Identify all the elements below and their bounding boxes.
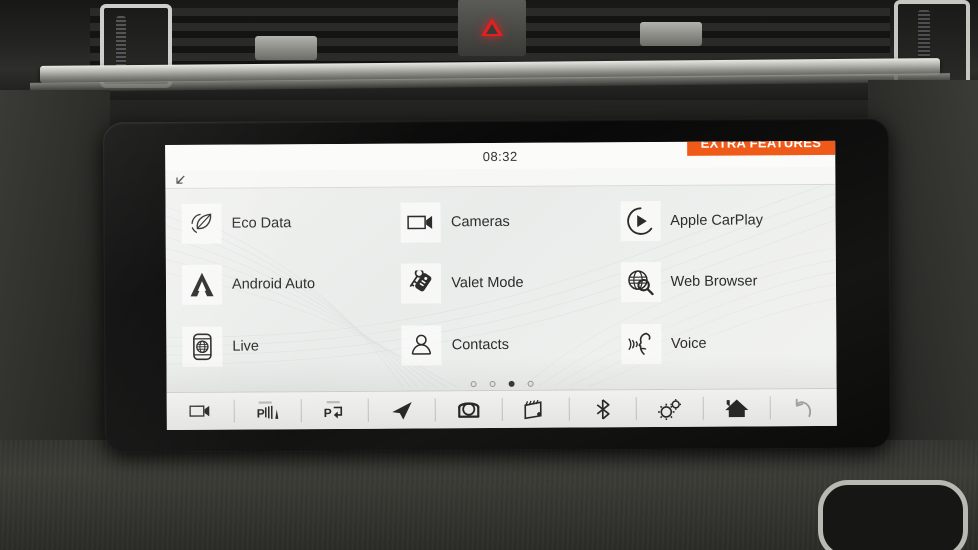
car-key-icon <box>401 263 442 305</box>
hazard-triangle-icon <box>481 18 503 36</box>
toolbar-park-distance[interactable]: P <box>234 392 301 429</box>
apple-carplay-icon <box>620 200 661 242</box>
tile-android-auto[interactable]: Android Auto <box>172 253 392 316</box>
vent-adjuster-left[interactable] <box>255 36 317 60</box>
vent-adjuster-right[interactable] <box>640 22 702 46</box>
app-grid-area: Eco Data Cameras Apple CarPlay Android A… <box>165 184 837 393</box>
toolbar-camera[interactable] <box>167 393 234 430</box>
toolbar-back[interactable] <box>770 389 837 426</box>
tile-label: Web Browser <box>670 273 758 291</box>
infotainment-screen[interactable]: 08:32 EXTRA FEATURES Eco Data Cameras Ap… <box>165 140 837 431</box>
tile-web-browser[interactable]: Web Browser <box>610 251 830 314</box>
bottom-toolbar: P P <box>166 387 837 431</box>
svg-text:P: P <box>323 406 331 420</box>
home-icon <box>724 399 748 417</box>
page-dot[interactable] <box>489 381 496 388</box>
settings-gears-icon <box>657 398 681 420</box>
toolbar-phone[interactable] <box>435 391 502 428</box>
lower-vent-right <box>818 480 968 550</box>
park-distance-icon: P <box>256 400 278 420</box>
tile-eco-data[interactable]: Eco Data <box>171 192 391 255</box>
bluetooth-icon <box>596 398 610 420</box>
media-icon <box>523 399 542 419</box>
tile-label: Cameras <box>450 213 510 231</box>
tile-label: Apple CarPlay <box>670 212 764 229</box>
hazard-warning-button[interactable] <box>458 0 526 56</box>
tile-apple-carplay[interactable]: Apple CarPlay <box>610 189 830 252</box>
phone-icon <box>457 401 479 418</box>
tile-contacts[interactable]: Contacts <box>392 314 612 377</box>
navigation-arrow-icon <box>391 401 412 420</box>
screen-bezel: 08:32 EXTRA FEATURES Eco Data Cameras Ap… <box>102 117 892 453</box>
toolbar-home[interactable] <box>703 389 770 426</box>
dash-side-left <box>0 90 110 470</box>
tile-live[interactable]: Live <box>172 315 392 378</box>
toolbar-navigation[interactable] <box>368 391 435 428</box>
toolbar-bluetooth[interactable] <box>569 390 636 427</box>
voice-speak-icon <box>620 324 662 365</box>
page-dot[interactable] <box>527 380 534 387</box>
page-dot[interactable] <box>470 381 477 388</box>
status-badge-label: EXTRA FEATURES <box>700 140 822 151</box>
toolbar-media[interactable] <box>502 391 569 428</box>
android-auto-icon <box>181 265 223 306</box>
person-icon <box>401 325 442 366</box>
tile-label: Valet Mode <box>451 275 524 292</box>
toolbar-settings[interactable] <box>636 390 703 427</box>
camera-icon <box>188 405 209 417</box>
park-assist-icon: P <box>323 400 342 420</box>
back-arrow-icon <box>795 398 811 417</box>
globe-search-icon <box>620 262 661 303</box>
tile-label: Voice <box>670 335 707 353</box>
toolbar-park-assist[interactable]: P <box>301 392 368 429</box>
tile-voice[interactable]: Voice <box>611 312 831 375</box>
tile-label: Android Auto <box>231 276 316 294</box>
tile-label: Live <box>232 338 260 355</box>
tile-label: Eco Data <box>231 215 292 232</box>
clock: 08:32 <box>482 148 518 164</box>
camera-icon <box>400 202 442 243</box>
svg-text:P: P <box>256 406 264 420</box>
live-globe-icon <box>182 326 223 368</box>
page-dot-active[interactable] <box>508 380 515 387</box>
leaf-eco-icon <box>181 203 222 244</box>
tile-label: Contacts <box>451 337 509 354</box>
status-badge[interactable]: EXTRA FEATURES <box>686 140 836 156</box>
tile-cameras[interactable]: Cameras <box>391 190 611 253</box>
status-bar: 08:32 EXTRA FEATURES <box>165 140 836 172</box>
app-grid: Eco Data Cameras Apple CarPlay Android A… <box>165 185 836 392</box>
collapse-arrow-icon[interactable] <box>173 172 187 186</box>
tile-valet-mode[interactable]: Valet Mode <box>391 252 611 315</box>
